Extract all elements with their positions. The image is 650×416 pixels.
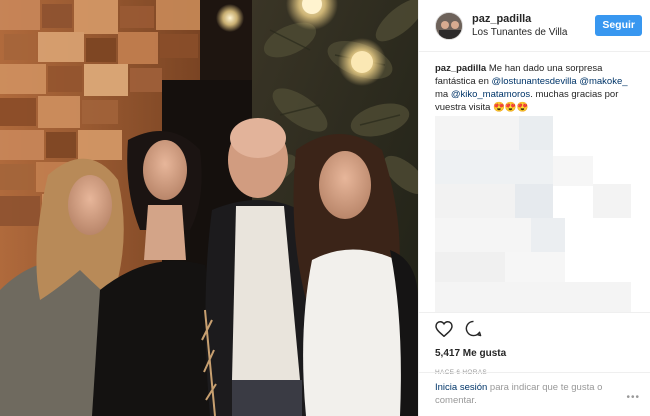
comment-icon[interactable] [465,320,482,342]
action-icons [435,319,635,343]
post-photo[interactable] [0,0,418,416]
avatar[interactable] [435,11,463,40]
caption: paz_padilla Me han dado una sorpresa fan… [419,52,650,114]
caption-emoji: 😍😍😍 [493,102,529,113]
actions-bar: 5,417 Me gusta HACE 6 HORAS [419,312,650,377]
header-text: paz_padilla Los Tunantes de Villa [472,12,595,40]
blurred-comments [435,116,631,312]
post-header: paz_padilla Los Tunantes de Villa Seguir [419,0,650,52]
photo-image [0,0,418,416]
mention-makoke[interactable]: @makoke_ [579,76,627,87]
login-prompt: Inicia sesión para indicar que te gusta … [419,372,650,416]
caption-text-2: ma [435,89,449,100]
mention-kiko-matamoros[interactable]: @kiko_matamoros [451,89,530,100]
more-options-icon[interactable]: ••• [626,392,640,403]
username-link[interactable]: paz_padilla [472,12,595,26]
heart-icon[interactable] [435,320,453,342]
likes-count[interactable]: 5,417 Me gusta [435,347,635,360]
mention-lostunantesdevilla[interactable]: @lostunantesdevilla [492,76,577,87]
location-link[interactable]: Los Tunantes de Villa [472,26,595,40]
login-link[interactable]: Inicia sesión [435,382,487,393]
follow-button[interactable]: Seguir [595,15,642,36]
post-side-panel: paz_padilla Los Tunantes de Villa Seguir… [418,0,650,416]
avatar-image [436,12,462,39]
caption-username[interactable]: paz_padilla [435,63,486,74]
